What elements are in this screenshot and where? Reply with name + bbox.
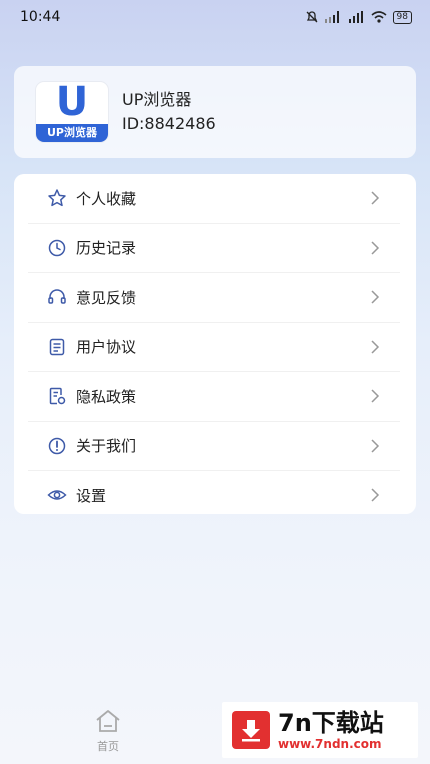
battery-icon: 98: [392, 10, 412, 24]
menu-list: 个人收藏 历史记录 意见反馈 用户协议 隐私政策 关于我们 设置: [14, 174, 416, 514]
chevron-right-icon: [371, 340, 380, 354]
menu-item-history[interactable]: 历史记录: [28, 224, 400, 273]
watermark-title: 7n下载站: [278, 709, 384, 737]
star-icon: [46, 187, 68, 209]
chevron-right-icon: [371, 191, 380, 205]
wifi-icon: [371, 11, 387, 23]
menu-item-feedback[interactable]: 意见反馈: [28, 273, 400, 323]
signal-icon-2: [348, 11, 363, 23]
profile-id: ID:8842486: [122, 114, 216, 133]
menu-label-feedback: 意见反馈: [76, 288, 137, 307]
profile-card[interactable]: U UP浏览器 UP浏览器 ID:8842486: [14, 66, 416, 158]
info-icon: [46, 435, 68, 457]
download-icon: [232, 711, 270, 749]
status-icons: 98: [305, 10, 412, 24]
logo-caption: UP浏览器: [36, 124, 108, 142]
chevron-right-icon: [371, 488, 380, 502]
nav-home[interactable]: 首页: [86, 708, 130, 754]
menu-item-about-us[interactable]: 关于我们: [28, 422, 400, 471]
chevron-right-icon: [371, 439, 380, 453]
mute-bell-icon: [306, 11, 318, 23]
chevron-right-icon: [371, 389, 380, 403]
watermark: 7n下载站 www.7ndn.com: [222, 702, 418, 758]
menu-label-about-us: 关于我们: [76, 437, 137, 456]
menu-item-favorites[interactable]: 个人收藏: [28, 174, 400, 224]
status-time: 10:44: [20, 9, 61, 25]
logo-letter: U: [55, 82, 89, 125]
watermark-text: 7n下载站 www.7ndn.com: [278, 709, 384, 751]
privacy-doc-icon: [46, 385, 68, 407]
profile-info: UP浏览器 ID:8842486: [122, 88, 216, 136]
headset-icon: [46, 286, 68, 308]
nav-home-label: 首页: [97, 740, 119, 753]
menu-label-favorites: 个人收藏: [76, 189, 137, 208]
chevron-right-icon: [371, 241, 380, 255]
home-icon: [96, 710, 120, 732]
menu-label-settings: 设置: [76, 486, 107, 505]
document-icon: [46, 336, 68, 358]
app-logo: U UP浏览器: [36, 82, 108, 142]
clock-icon: [46, 237, 68, 259]
profile-name: UP浏览器: [122, 90, 192, 109]
menu-item-settings[interactable]: 设置: [28, 471, 400, 520]
eye-settings-icon: [46, 484, 68, 506]
chevron-right-icon: [371, 290, 380, 304]
signal-icon: [324, 11, 339, 23]
menu-label-history: 历史记录: [76, 239, 137, 258]
menu-item-privacy-policy[interactable]: 隐私政策: [28, 372, 400, 422]
menu-item-user-agreement[interactable]: 用户协议: [28, 323, 400, 372]
bottom-nav: 首页 7n下载站 www.7ndn.com: [0, 702, 430, 764]
status-bar: 10:44 98: [0, 0, 430, 34]
menu-label-user-agreement: 用户协议: [76, 338, 137, 357]
watermark-url: www.7ndn.com: [278, 737, 382, 751]
menu-label-privacy-policy: 隐私政策: [76, 387, 137, 406]
